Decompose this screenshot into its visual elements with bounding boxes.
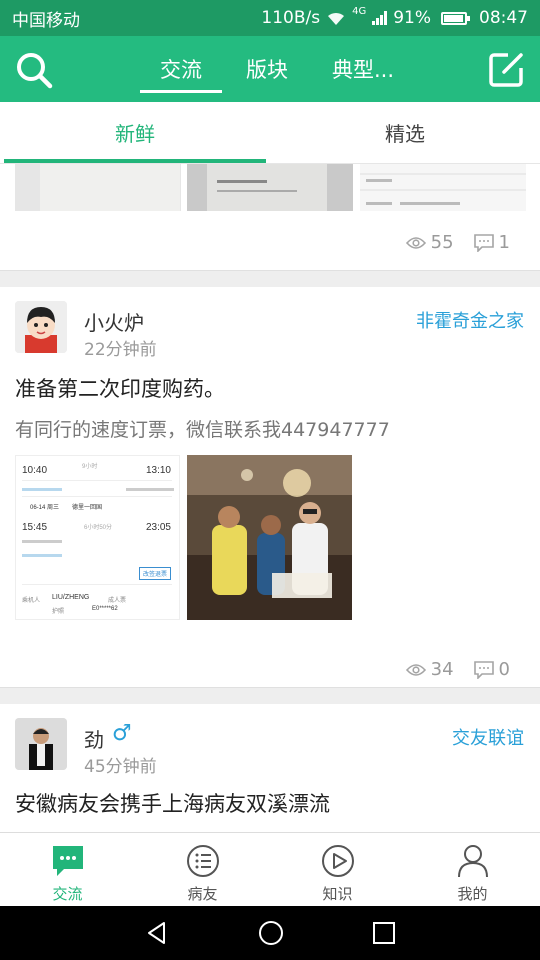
status-bar: 中国移动 110B/s 4G 91% 08:47: [0, 0, 540, 36]
views-stat: 34: [405, 659, 454, 680]
list-icon: [186, 845, 219, 877]
search-icon[interactable]: [14, 50, 54, 90]
comment-icon: [473, 233, 494, 252]
post-card[interactable]: 55 1: [0, 164, 540, 270]
system-nav-bar: [0, 906, 540, 960]
tab-fresh[interactable]: 新鲜: [0, 102, 270, 163]
nav-label: 交流: [52, 885, 83, 903]
clock: 08:47: [479, 8, 528, 28]
tab-featured[interactable]: 精选: [270, 102, 540, 163]
separator: [0, 687, 540, 704]
nav-exchange[interactable]: 交流: [0, 833, 135, 906]
battery-percent: 91%: [393, 8, 431, 28]
post-image[interactable]: [187, 164, 353, 211]
sub-tabs: 新鲜 精选: [0, 102, 540, 164]
network-type: 4G: [352, 6, 367, 17]
ticket-id: E0*****62: [92, 606, 118, 612]
comments-count: 0: [498, 659, 510, 680]
post-time: 45分钟前: [84, 757, 157, 777]
ticket-duration: 9小时: [82, 464, 98, 470]
back-icon[interactable]: [144, 920, 170, 946]
screen: 中国移动 110B/s 4G 91% 08:47 交流 版块 典型... 新鲜 …: [0, 0, 540, 960]
gender-male-icon: ♂: [112, 721, 132, 746]
ticket-change-button: 改签退票: [138, 567, 171, 580]
post-card[interactable]: 小火炉 22分钟前 非霍奇金之家 准备第二次印度购药。 有同行的速度订票，微信联…: [0, 287, 540, 687]
nav-label: 知识: [322, 885, 353, 903]
ticket-arrive-time-2: 23:05: [145, 522, 171, 533]
carrier-label: 中国移动: [12, 10, 80, 31]
home-icon[interactable]: [257, 919, 285, 947]
network-speed: 110B/s: [261, 8, 321, 28]
avatar[interactable]: [15, 301, 67, 353]
nav-label: 我的: [457, 885, 488, 903]
views-stat: 55: [405, 232, 454, 253]
nav-label: 病友: [187, 885, 218, 903]
comments-stat[interactable]: 0: [473, 659, 510, 680]
chat-bubble-icon: [52, 846, 83, 876]
status-right: 110B/s 4G 91% 08:47: [261, 6, 528, 28]
app-bar: 交流 版块 典型...: [0, 36, 540, 102]
person-icon: [457, 845, 488, 878]
board-link[interactable]: 非霍奇金之家: [416, 307, 524, 333]
post-excerpt[interactable]: 有同行的速度订票，微信联系我447947777: [15, 415, 390, 442]
recents-icon[interactable]: [372, 921, 396, 945]
ticket-passenger-label: 乘机人: [22, 598, 41, 604]
bottom-nav: 交流 病友 知识 我的: [0, 832, 540, 906]
top-tabs: 交流 版块 典型...: [138, 36, 416, 102]
eye-icon: [405, 663, 426, 676]
post-title[interactable]: 准备第二次印度购药。: [15, 373, 225, 403]
nav-patients[interactable]: 病友: [135, 833, 270, 906]
comments-stat[interactable]: 1: [473, 232, 510, 253]
ticket-date: 06-14 周三: [30, 505, 60, 511]
comment-icon: [473, 660, 494, 679]
ticket-duration-2: 6小时50分: [84, 525, 113, 531]
nav-profile[interactable]: 我的: [405, 833, 540, 906]
battery-icon: [441, 11, 470, 25]
post-time: 22分钟前: [84, 340, 157, 360]
views-count: 55: [430, 232, 454, 253]
ticket-depart-time-2: 15:45: [22, 522, 48, 533]
avatar[interactable]: [15, 718, 67, 770]
ticket-fare-type: 成人票: [108, 598, 127, 604]
nav-knowledge[interactable]: 知识: [270, 833, 405, 906]
views-count: 34: [430, 659, 454, 680]
ticket-id-label: 护照: [52, 609, 65, 615]
comments-count: 1: [498, 232, 510, 253]
post-feed[interactable]: 55 1 小火炉 22分钟前 非霍奇金之家 准备第二次印度购药。 有同行的速度订…: [0, 164, 540, 832]
ticket-passenger: LIU/ZHENG: [52, 594, 90, 601]
ticket-route: 德里一回国: [72, 505, 103, 511]
board-link[interactable]: 交友联谊: [452, 724, 524, 750]
post-stats: 34 0: [405, 659, 510, 680]
post-image[interactable]: [360, 164, 526, 211]
eye-icon: [405, 236, 426, 249]
post-image[interactable]: 10:40 9小时 13:10 06-14 周三 德里一回国 15:45 6小时…: [15, 455, 180, 620]
signal-icon: [372, 11, 388, 25]
ticket-arrive-time: 13:10: [145, 465, 171, 476]
post-stats: 55 1: [405, 232, 510, 253]
post-card[interactable]: 劲 ♂ 45分钟前 交友联谊 安徽病友会携手上海病友双溪漂流: [0, 704, 540, 832]
post-title[interactable]: 安徽病友会携手上海病友双溪漂流: [15, 788, 330, 818]
tab-boards[interactable]: 版块: [224, 36, 310, 102]
play-icon: [321, 845, 354, 877]
post-image[interactable]: [187, 455, 352, 620]
username[interactable]: 小火炉: [84, 307, 144, 336]
compose-icon[interactable]: [486, 50, 526, 90]
tab-typical[interactable]: 典型...: [310, 36, 416, 102]
separator: [0, 270, 540, 287]
wifi-icon: [328, 12, 345, 25]
ticket-depart-time: 10:40: [22, 465, 48, 476]
post-image[interactable]: [15, 164, 181, 211]
tab-exchange[interactable]: 交流: [138, 36, 224, 102]
username[interactable]: 劲: [84, 724, 104, 753]
